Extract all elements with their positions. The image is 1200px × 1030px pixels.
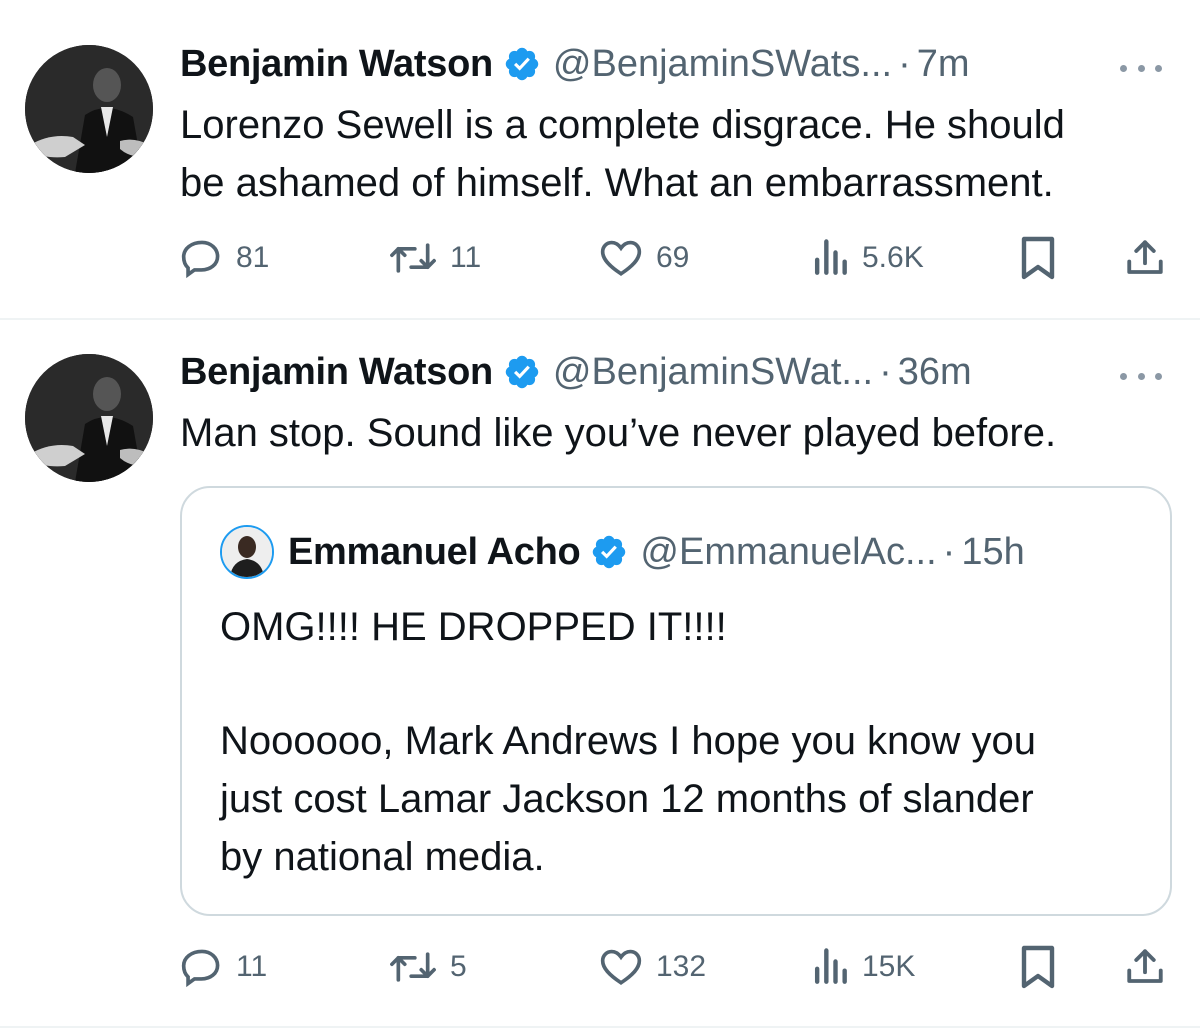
reply-button[interactable]: 11 [180, 942, 267, 992]
share-button[interactable] [1124, 233, 1166, 283]
share-icon [1127, 240, 1163, 274]
more-options-icon[interactable] [1120, 360, 1162, 392]
share-button[interactable] [1124, 942, 1166, 992]
quoted-text-line: Noooooo, Mark Andrews I hope you know yo… [220, 719, 1037, 763]
separator: · [879, 350, 892, 393]
separator: · [942, 530, 956, 573]
quoted-text-line: just cost Lamar Jackson 12 months of sla… [220, 777, 1034, 821]
repost-icon [390, 952, 436, 982]
like-count: 69 [656, 241, 690, 274]
repost-button[interactable]: 5 [388, 942, 467, 992]
view-count: 15K [862, 950, 916, 983]
author-handle[interactable]: @BenjaminSWats... [553, 43, 892, 86]
tweet-text-line: Man stop. Sound like you’ve never played… [180, 411, 1057, 455]
bookmark-icon [1021, 945, 1055, 989]
like-button[interactable]: 132 [598, 942, 706, 992]
verified-badge-icon [505, 47, 539, 81]
timestamp[interactable]: 7m [917, 43, 970, 86]
repost-icon [390, 243, 436, 273]
tweet-divider [0, 1026, 1200, 1028]
quoted-timestamp[interactable]: 15h [961, 531, 1024, 574]
view-count: 5.6K [862, 241, 924, 274]
author-avatar[interactable] [25, 45, 153, 173]
more-options-icon[interactable] [1120, 52, 1162, 84]
verified-badge-icon [505, 355, 539, 389]
quoted-tweet-text: OMG!!!! HE DROPPED IT!!!! [220, 598, 727, 656]
share-icon [1127, 949, 1163, 983]
bookmark-icon [1021, 236, 1055, 280]
quoted-text-line: OMG!!!! HE DROPPED IT!!!! [220, 605, 727, 649]
tweet[interactable]: Benjamin Watson @BenjaminSWats... · 7m L… [0, 0, 1200, 318]
author-avatar[interactable] [25, 354, 153, 482]
bookmark-button[interactable] [1018, 942, 1058, 992]
views-icon [814, 948, 847, 984]
repost-count: 5 [450, 950, 467, 983]
reply-button[interactable]: 81 [180, 233, 269, 283]
like-icon [600, 240, 642, 276]
reply-count: 81 [236, 241, 270, 274]
reply-icon [181, 240, 220, 279]
quoted-tweet[interactable]: Emmanuel Acho @EmmanuelAc... · 15h OMG!!… [180, 486, 1172, 916]
author-name[interactable]: Benjamin Watson [180, 43, 493, 86]
quoted-author-avatar[interactable] [220, 525, 274, 579]
repost-button[interactable]: 11 [388, 233, 481, 283]
like-button[interactable]: 69 [598, 233, 689, 283]
tweet-text: Lorenzo Sewell is a complete disgrace. H… [180, 96, 1065, 212]
timestamp[interactable]: 36m [898, 351, 972, 394]
quoted-author-handle[interactable]: @EmmanuelAc... [640, 531, 936, 574]
tweet-actions: 81 11 69 5.6K [180, 233, 1170, 283]
tweet-text-line: be ashamed of himself. What an embarrass… [180, 161, 1054, 205]
reply-count: 11 [236, 950, 268, 983]
quoted-tweet-text: Noooooo, Mark Andrews I hope you know yo… [220, 712, 1036, 886]
author-name[interactable]: Benjamin Watson [180, 351, 493, 394]
tweet-actions: 11 5 132 15K [180, 942, 1170, 992]
tweet[interactable]: Benjamin Watson @BenjaminSWat... · 36m M… [0, 320, 1200, 1026]
repost-count: 11 [450, 241, 482, 274]
tweet-text-line: Lorenzo Sewell is a complete disgrace. H… [180, 103, 1065, 147]
like-count: 132 [656, 950, 707, 983]
separator: · [898, 42, 911, 85]
views-icon [814, 239, 847, 275]
views-button[interactable]: 15K [810, 942, 915, 992]
verified-badge-icon [593, 535, 626, 569]
quoted-text-line: by national media. [220, 835, 545, 879]
author-handle[interactable]: @BenjaminSWat... [553, 351, 873, 394]
reply-icon [181, 949, 220, 988]
like-icon [600, 949, 642, 985]
tweet-text: Man stop. Sound like you’ve never played… [180, 404, 1056, 462]
quoted-author-name[interactable]: Emmanuel Acho [288, 531, 581, 574]
bookmark-button[interactable] [1018, 233, 1058, 283]
views-button[interactable]: 5.6K [810, 233, 924, 283]
